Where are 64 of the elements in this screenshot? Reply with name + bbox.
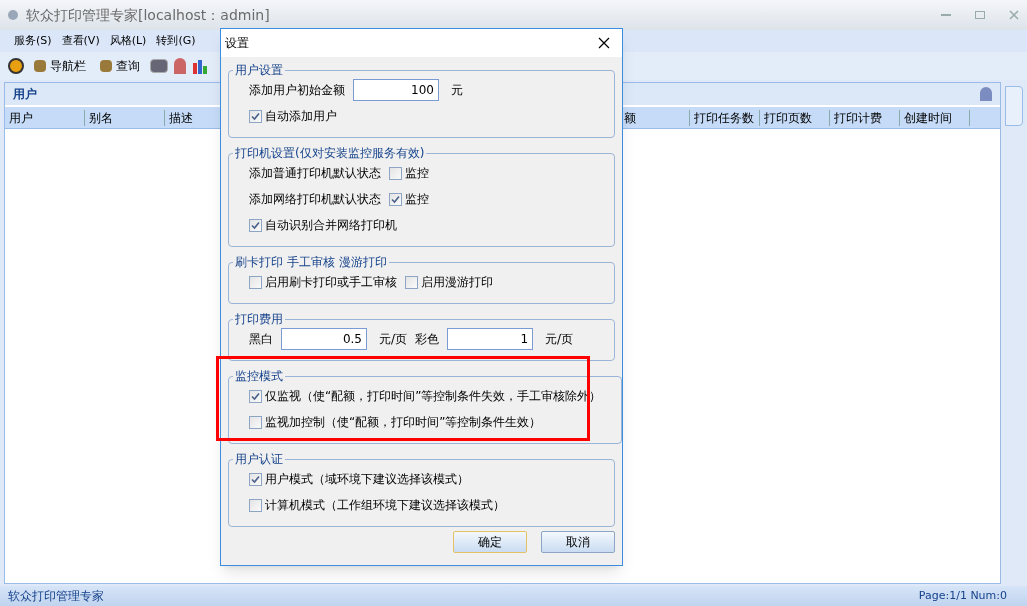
checkbox[interactable]: [249, 389, 262, 403]
field-label: 黑白: [249, 331, 273, 348]
checkmark-icon: [251, 391, 260, 401]
group-title: 用户设置: [234, 62, 284, 79]
checkbox-option[interactable]: 启用刷卡打印或手工审核: [249, 273, 397, 291]
checkbox[interactable]: [249, 275, 262, 289]
checkmark-icon: [251, 220, 260, 230]
field-label: 添加普通打印机默认状态: [249, 165, 381, 182]
field-label: 元/页: [379, 331, 408, 348]
checkbox-option[interactable]: 监控: [389, 190, 429, 208]
status-text: 软众打印管理专家: [8, 588, 104, 605]
toolbar-button[interactable]: 查询: [96, 57, 144, 75]
group-title: 打印机设置(仅对安装监控服务有效): [234, 145, 426, 162]
side-tab[interactable]: [1005, 86, 1023, 126]
column-header[interactable]: 打印计费: [830, 109, 900, 126]
window-title: 软众打印管理专家[localhost：admin]: [26, 5, 270, 25]
field-label: 元/页: [545, 331, 574, 348]
bar-chart-icon[interactable]: [192, 58, 208, 74]
group-title: 监控模式: [234, 368, 284, 385]
checkbox-option[interactable]: 监控: [389, 164, 429, 182]
checkbox-option[interactable]: 用户模式（域环境下建议选择该模式）: [249, 470, 469, 488]
input-field[interactable]: 1: [447, 328, 534, 350]
group-title: 用户认证: [234, 451, 284, 468]
input-field[interactable]: 100: [353, 79, 439, 101]
checkmark-icon: [251, 111, 260, 121]
field-label: 添加网络打印机默认状态: [249, 191, 381, 208]
menu-item[interactable]: 风格(L): [109, 32, 147, 50]
checkbox[interactable]: [249, 218, 262, 232]
maximize-icon[interactable]: [975, 11, 985, 19]
field-label: 元: [451, 82, 463, 99]
dialog-button[interactable]: 取消: [541, 531, 615, 553]
column-header[interactable]: 创建时间: [900, 109, 970, 126]
field-label: 添加用户初始金额: [249, 82, 345, 99]
page-info: Page:1/1 Num:0: [918, 587, 1007, 604]
checkmark-icon: [251, 474, 260, 484]
column-header[interactable]: 打印任务数: [690, 109, 760, 126]
checkbox[interactable]: [389, 166, 402, 180]
group-title: 打印费用: [234, 311, 284, 328]
column-header[interactable]: 打印页数: [760, 109, 830, 126]
checkmark-icon: [391, 194, 400, 204]
checkbox-option[interactable]: 启用漫游打印: [405, 273, 493, 291]
menu-item[interactable]: 查看(V): [61, 32, 100, 50]
checkbox[interactable]: [249, 498, 262, 512]
menu-item[interactable]: 转到(G): [156, 32, 196, 50]
checkbox[interactable]: [405, 275, 418, 289]
input-field[interactable]: 0.5: [281, 328, 367, 350]
field-label: 彩色: [415, 331, 440, 348]
checkbox[interactable]: [249, 109, 262, 123]
column-header[interactable]: 用户: [5, 109, 85, 126]
toolbar-button[interactable]: 导航栏: [30, 57, 90, 75]
group-title: 刷卡打印 手工审核 漫游打印: [234, 254, 388, 271]
checkbox-option[interactable]: 自动识别合并网络打印机: [249, 216, 397, 234]
column-header[interactable]: 别名: [85, 109, 165, 126]
checkbox[interactable]: [389, 192, 402, 206]
dialog-title: 设置: [225, 35, 249, 52]
checkbox-option[interactable]: 计算机模式（工作组环境下建议选择该模式）: [249, 496, 505, 514]
panel-title: 用户: [13, 86, 37, 103]
close-icon[interactable]: [598, 37, 610, 49]
checkbox-option[interactable]: 自动添加用户: [249, 107, 337, 125]
checkbox[interactable]: [249, 472, 262, 486]
checkbox-option[interactable]: 监视加控制（使“配额，打印时间”等控制条件生效）: [249, 413, 542, 431]
menu-item[interactable]: 服务(S): [14, 32, 52, 50]
checkbox[interactable]: [249, 415, 262, 429]
dialog-button[interactable]: 确定: [453, 531, 527, 553]
